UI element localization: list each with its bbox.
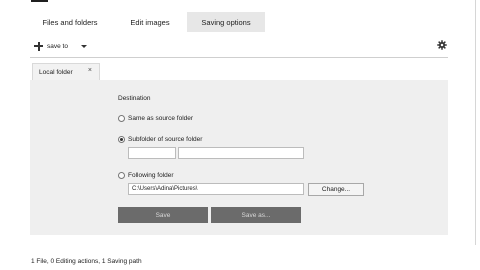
radio-button[interactable] bbox=[118, 171, 125, 179]
window-title-bar-fragment bbox=[31, 0, 48, 2]
radio-button-selected[interactable] bbox=[118, 135, 125, 143]
radio-subfolder-of-source[interactable]: Subfolder of source folder bbox=[118, 134, 202, 144]
window-right-border bbox=[475, 0, 476, 245]
save-to-label: save to bbox=[47, 42, 68, 50]
subfolder-name-field[interactable] bbox=[128, 147, 176, 159]
chevron-down-icon[interactable] bbox=[80, 44, 87, 48]
gear-icon[interactable] bbox=[437, 40, 447, 50]
close-icon[interactable]: × bbox=[88, 67, 92, 74]
radio-label: Same as source folder bbox=[128, 114, 194, 122]
radio-label: Subfolder of source folder bbox=[128, 135, 203, 143]
save-button[interactable]: Save bbox=[118, 207, 208, 223]
save-as-button[interactable]: Save as... bbox=[211, 207, 301, 223]
main-tabs: Files and folders Edit images Saving opt… bbox=[25, 12, 265, 32]
subfolder-name-field-extension[interactable] bbox=[178, 147, 304, 159]
status-bar: 1 File, 0 Editing actions, 1 Saving path bbox=[31, 258, 142, 265]
save-to-button[interactable]: save to bbox=[34, 40, 87, 52]
radio-following-folder[interactable]: Following folder bbox=[118, 170, 174, 180]
plus-icon bbox=[34, 41, 43, 51]
folder-path-field[interactable]: C:\Users\Adina\Pictures\ bbox=[128, 183, 304, 195]
destination-title: Destination bbox=[118, 95, 151, 102]
radio-label: Following folder bbox=[128, 171, 174, 179]
toolbar: save to bbox=[30, 36, 448, 56]
subtab-label: Local folder bbox=[39, 68, 73, 76]
subtab-local-folder[interactable]: Local folder × bbox=[32, 63, 100, 80]
tab-edit-images[interactable]: Edit images bbox=[115, 12, 185, 32]
tab-files-and-folders[interactable]: Files and folders bbox=[25, 12, 115, 32]
radio-button[interactable] bbox=[118, 114, 125, 122]
change-button[interactable]: Change... bbox=[308, 183, 364, 196]
toolbar-divider bbox=[30, 57, 448, 58]
radio-same-as-source[interactable]: Same as source folder bbox=[118, 113, 193, 123]
tab-saving-options[interactable]: Saving options bbox=[187, 12, 265, 32]
